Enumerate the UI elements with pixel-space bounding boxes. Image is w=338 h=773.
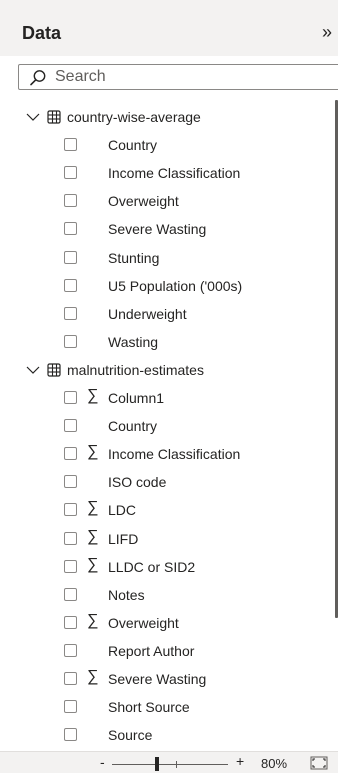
pane-header: Data » [0,0,338,56]
field-checkbox[interactable] [64,672,77,685]
field-item[interactable]: ∑ LLDC or SID2 [0,553,334,581]
field-checkbox[interactable] [64,531,77,545]
field-checkbox[interactable] [64,475,77,489]
sigma-icon: ∑ [87,555,99,573]
data-pane: Data » country-wise-average Country Income… [0,0,338,773]
field-label: LLDC or SID2 [108,558,196,575]
sigma-icon: ∑ [87,668,99,685]
field-label: Overweight [108,193,179,210]
field-checkbox[interactable] [64,503,77,517]
search-icon [30,70,46,86]
field-checkbox[interactable] [64,615,77,629]
field-item[interactable]: Severe Wasting [0,215,334,243]
field-label: Country [108,137,158,154]
field-item[interactable]: Short Source [0,693,334,721]
field-label: ISO code [108,474,167,491]
field-checkbox[interactable] [64,587,77,601]
field-item[interactable]: Report Author [0,637,334,665]
zoom-in-button[interactable]: + [236,753,244,769]
field-item[interactable]: Country [0,131,334,159]
field-item[interactable]: Stunting [0,244,334,272]
field-checkbox[interactable] [64,643,77,657]
field-item[interactable]: ∑ LIFD [0,525,334,553]
field-checkbox[interactable] [64,138,77,152]
sigma-icon: ∑ [87,611,99,629]
double-chevron-right-icon: » [322,22,333,42]
field-label: Income Classification [108,446,241,463]
field-label: Overweight [108,614,179,631]
collapse-pane-button[interactable]: » [322,22,338,42]
field-checkbox[interactable] [64,728,77,742]
field-label: Country [108,418,158,435]
field-item[interactable]: ∑ Column1 [0,384,334,412]
field-item[interactable]: Notes [0,581,334,609]
field-checkbox[interactable] [64,334,77,348]
field-tree: country-wise-average Country Income Classi… [0,103,334,751]
field-item[interactable]: ∑ LDC [0,496,334,524]
field-label: Column1 [108,390,165,406]
field-checkbox[interactable] [64,306,77,320]
field-item[interactable]: U5 Population ('000s) [0,272,334,300]
table-icon [47,363,61,377]
field-label: Notes [108,586,145,603]
zoom-slider-center-tick [176,761,177,768]
zoom-value: 80% [261,756,288,771]
zoom-out-button[interactable]: - [100,754,105,770]
field-label: Source [108,727,153,744]
field-label: U5 Population ('000s) [108,277,243,294]
table-name: malnutrition-estimates [67,361,204,378]
field-item[interactable]: ∑ Income Classification [0,440,334,468]
field-item[interactable]: Underweight [0,300,334,328]
field-item[interactable]: Source [0,721,334,749]
table-icon [47,110,61,124]
field-label: LDC [108,502,137,519]
field-label: Underweight [108,305,187,322]
field-checkbox[interactable] [64,250,77,264]
field-checkbox[interactable] [64,700,77,714]
field-checkbox[interactable] [64,194,77,208]
field-item[interactable]: ∑ Overweight [0,609,334,637]
field-label: LIFD [108,530,139,547]
search-box[interactable] [18,64,338,90]
field-checkbox[interactable] [64,391,77,404]
field-label: Income Classification [108,165,241,182]
table-malnutrition-estimates[interactable]: malnutrition-estimates [0,356,334,384]
field-label: Wasting [108,333,159,350]
field-label: Severe Wasting [108,671,207,687]
field-item[interactable]: ISO code [0,468,334,496]
field-checkbox[interactable] [64,419,77,433]
sigma-icon: ∑ [87,527,99,545]
table-country-wise-average[interactable]: country-wise-average [0,103,334,131]
sigma-icon: ∑ [87,499,99,517]
field-checkbox[interactable] [64,222,77,236]
field-checkbox[interactable] [64,447,77,461]
chevron-down-icon[interactable] [26,363,40,377]
chevron-down-icon[interactable] [26,110,40,124]
field-item[interactable]: Overweight [0,187,334,215]
pane-title: Data [22,23,62,43]
zoom-footer: - + 80% [0,751,338,773]
field-checkbox[interactable] [64,166,77,180]
field-label: Short Source [108,699,190,716]
field-item[interactable]: Country [0,412,334,440]
field-label: Report Author [108,642,195,659]
field-checkbox[interactable] [64,278,77,292]
fit-to-page-icon[interactable] [310,756,328,770]
field-label: Severe Wasting [108,221,207,238]
search-input[interactable] [55,67,325,87]
field-item[interactable]: Income Classification [0,159,334,187]
sigma-icon: ∑ [87,387,99,404]
field-item[interactable]: Wasting [0,328,334,356]
field-checkbox[interactable] [64,559,77,573]
zoom-slider-thumb[interactable] [155,757,159,771]
table-name: country-wise-average [67,109,201,125]
sigma-icon: ∑ [87,443,99,461]
field-label: Stunting [108,249,160,266]
field-item[interactable]: ∑ Severe Wasting [0,665,334,693]
zoom-slider-track[interactable] [112,764,228,765]
